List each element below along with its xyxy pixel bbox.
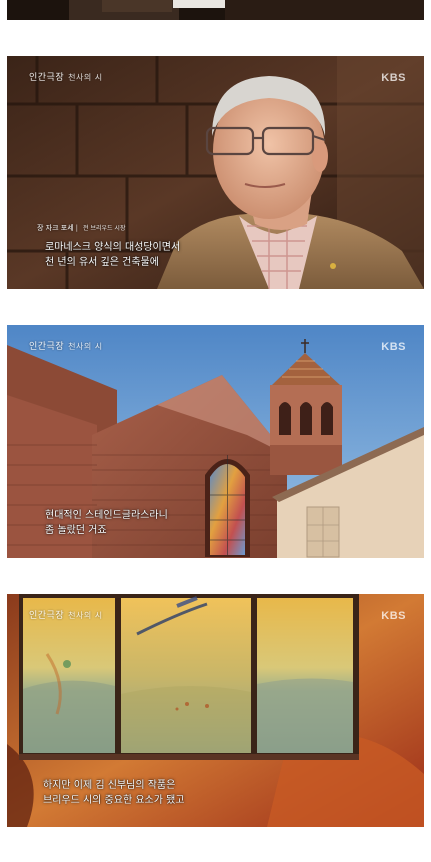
broadcaster-watermark: KBS	[381, 72, 406, 84]
subtitle-caption: 로마네스크 양식의 대성당이면서 천 년의 유서 깊은 건축물에	[45, 242, 181, 268]
program-logo: 인간극장 천사의 시	[29, 611, 103, 621]
video-frame-basilica: 인간극장 천사의 시 KBS 현대적인 스테인드글라스라니 좀 놀랐던 거죠	[7, 325, 424, 558]
speaker-name: 장 자크 포세	[37, 224, 74, 232]
speaker-credit: 장 자크 포세 | 전 브리우드 시장	[37, 224, 126, 232]
broadcaster-watermark: KBS	[381, 341, 406, 353]
subtitle-caption: 현대적인 스테인드글라스라니 좀 놀랐던 거죠	[45, 510, 168, 536]
frame-partial-image	[7, 0, 424, 20]
video-frame-partial	[7, 0, 424, 20]
program-logo: 인간극장 천사의 시	[29, 73, 103, 83]
subtitle-caption: 하지만 이제 김 신부님의 작품은 브리우드 시의 중요한 요소가 됐고	[43, 780, 185, 806]
program-logo: 인간극장 천사의 시	[29, 342, 103, 352]
video-frame-interview: 인간극장 천사의 시 KBS 장 자크 포세 | 전 브리우드 시장 로마네스크 양식…	[7, 56, 424, 289]
video-frame-stained-glass: 인간극장 천사의 시 KBS 하지만 이제 김 신부님의 작품은 브리우드 시의 …	[7, 594, 424, 827]
speaker-role: 전 브리우드 시장	[83, 225, 126, 232]
broadcaster-watermark: KBS	[381, 610, 406, 622]
